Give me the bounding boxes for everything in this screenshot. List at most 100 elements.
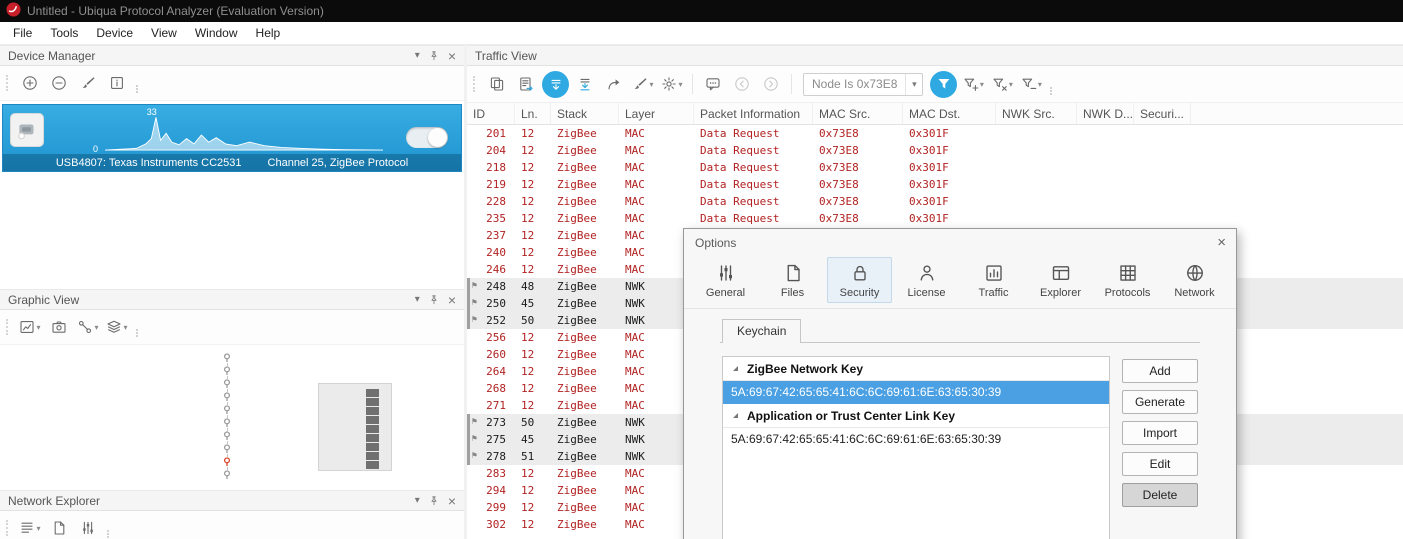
chevron-down-icon[interactable]: ▾: [415, 294, 420, 305]
packet-id: 250: [486, 297, 506, 310]
filter-add-button[interactable]: ▾: [960, 71, 986, 97]
device-card[interactable]: 33 0 USB4807: Texas Instruments CC2531 C…: [2, 104, 462, 172]
forward-packet-button[interactable]: [601, 71, 627, 97]
column-header-mac-src[interactable]: MAC Src.: [813, 103, 903, 124]
menu-item-device[interactable]: Device: [87, 23, 142, 43]
generate-key-button[interactable]: Generate: [1122, 390, 1198, 414]
clean-device-button[interactable]: [75, 70, 101, 96]
column-header-stack[interactable]: Stack: [551, 103, 619, 124]
network-node-icon[interactable]: [222, 353, 232, 363]
tab-keychain[interactable]: Keychain: [722, 319, 802, 343]
network-node-icon[interactable]: [222, 444, 232, 454]
close-icon[interactable]: ×: [448, 494, 456, 508]
column-header-id[interactable]: ID: [467, 103, 515, 124]
column-header-securi[interactable]: Securi...: [1134, 103, 1191, 124]
column-header-nwk-src[interactable]: NWK Src.: [996, 103, 1077, 124]
device-label: USB4807: Texas Instruments CC2531 Channe…: [3, 154, 461, 171]
chevron-down-icon[interactable]: ▾: [415, 495, 420, 506]
menu-item-help[interactable]: Help: [247, 23, 290, 43]
packet-id: 204: [486, 144, 506, 157]
filter-enabled-button[interactable]: [930, 70, 958, 98]
traffic-settings-button[interactable]: ▾: [659, 71, 685, 97]
pin-icon[interactable]: [428, 294, 440, 306]
copy-packets-button[interactable]: [484, 71, 510, 97]
close-icon[interactable]: ×: [1217, 235, 1226, 250]
device-enable-toggle[interactable]: [406, 127, 448, 148]
add-key-button[interactable]: Add: [1122, 359, 1198, 383]
key-list[interactable]: ZigBee Network Key 5A:69:67:42:65:65:41:6…: [722, 356, 1110, 539]
chevron-down-icon[interactable]: ▾: [905, 73, 922, 95]
filter-remove-button[interactable]: ▾: [1018, 71, 1044, 97]
packet-id: 278: [486, 450, 506, 463]
dialog-titlebar[interactable]: Options ×: [684, 229, 1236, 256]
options-tab-license[interactable]: License: [894, 257, 959, 303]
clear-traffic-button[interactable]: ▾: [630, 71, 656, 97]
packet-row-204[interactable]: 204 12 ZigBee MAC Data Request 0x73E8 0x301F: [467, 142, 1403, 159]
options-tab-files[interactable]: Files: [760, 257, 825, 303]
snapshot-button[interactable]: [46, 314, 72, 340]
remove-device-button[interactable]: [46, 70, 72, 96]
edit-key-button[interactable]: Edit: [1122, 452, 1198, 476]
close-icon[interactable]: ×: [448, 49, 456, 63]
packet-row-218[interactable]: 218 12 ZigBee MAC Data Request 0x73E8 0x301F: [467, 159, 1403, 176]
prev-comment-button[interactable]: [729, 71, 755, 97]
topology-button[interactable]: ▾: [75, 314, 101, 340]
packet-row-219[interactable]: 219 12 ZigBee MAC Data Request 0x73E8 0x301F: [467, 176, 1403, 193]
report-button[interactable]: ▾: [17, 515, 43, 539]
key-value-row[interactable]: 5A:69:67:42:65:65:41:6C:6C:69:61:6E:63:6…: [723, 381, 1109, 404]
network-node-icon[interactable]: [222, 431, 232, 441]
column-header-layer[interactable]: Layer: [619, 103, 694, 124]
key-group-header-zigbee-network-key[interactable]: ZigBee Network Key: [723, 357, 1109, 381]
toggle-knob: [428, 128, 447, 147]
options-tab-security[interactable]: Security: [827, 257, 892, 303]
graphic-view-canvas[interactable]: [0, 345, 464, 490]
column-header-nwk-d[interactable]: NWK D...: [1077, 103, 1134, 124]
network-node-icon[interactable]: [222, 470, 232, 480]
menu-item-view[interactable]: View: [142, 23, 186, 43]
network-globe-icon: [1185, 263, 1205, 283]
add-device-button[interactable]: [17, 70, 43, 96]
next-comment-button[interactable]: [758, 71, 784, 97]
options-tab-traffic[interactable]: Traffic: [961, 257, 1026, 303]
diagram-button[interactable]: ▾: [17, 314, 43, 340]
options-tab-explorer[interactable]: Explorer: [1028, 257, 1093, 303]
export-packets-button[interactable]: [513, 71, 539, 97]
column-header-ln[interactable]: Ln.: [515, 103, 551, 124]
menu-item-tools[interactable]: Tools: [41, 23, 87, 43]
network-node-icon[interactable]: [222, 418, 232, 428]
layers-button[interactable]: ▾: [104, 314, 130, 340]
menu-item-file[interactable]: File: [4, 23, 41, 43]
filter-clear-button[interactable]: ▾: [989, 71, 1015, 97]
autoscroll-button[interactable]: [542, 70, 569, 98]
column-header-packet-information[interactable]: Packet Information: [694, 103, 813, 124]
add-comment-button[interactable]: [700, 71, 726, 97]
network-node-icon[interactable]: [222, 366, 232, 376]
packet-row-201[interactable]: 201 12 ZigBee MAC Data Request 0x73E8 0x301F: [467, 125, 1403, 142]
highlighted-network-node-icon[interactable]: [222, 457, 232, 467]
filter-settings-button[interactable]: [75, 515, 101, 539]
delete-key-button[interactable]: Delete: [1122, 483, 1198, 507]
copy-page-button[interactable]: [46, 515, 72, 539]
close-icon[interactable]: ×: [448, 293, 456, 307]
column-header-mac-dst[interactable]: MAC Dst.: [903, 103, 996, 124]
goto-last-button[interactable]: [572, 71, 598, 97]
device-info-button[interactable]: [104, 70, 130, 96]
network-node-icon[interactable]: [222, 379, 232, 389]
pin-icon[interactable]: [428, 50, 440, 62]
key-group-header-application-or-trust-center-link-key[interactable]: Application or Trust Center Link Key: [723, 404, 1109, 428]
options-tab-network[interactable]: Network: [1162, 257, 1227, 303]
network-node-icon[interactable]: [222, 392, 232, 402]
chevron-down-icon[interactable]: ▾: [415, 50, 420, 61]
key-value-row[interactable]: 5A:69:67:42:65:65:41:6C:6C:69:61:6E:63:6…: [723, 428, 1109, 451]
packet-filter-combo[interactable]: Node Is 0x73E8 ▾: [803, 72, 924, 96]
packet-row-235[interactable]: 235 12 ZigBee MAC Data Request 0x73E8 0x301F: [467, 210, 1403, 227]
options-tab-protocols[interactable]: Protocols: [1095, 257, 1160, 303]
packet-row-228[interactable]: 228 12 ZigBee MAC Data Request 0x73E8 0x301F: [467, 193, 1403, 210]
pin-icon[interactable]: [428, 495, 440, 507]
options-tab-general[interactable]: General: [693, 257, 758, 303]
network-node-icon[interactable]: [222, 405, 232, 415]
import-key-button[interactable]: Import: [1122, 421, 1198, 445]
packet-id: 273: [486, 416, 506, 429]
keychain-page: ZigBee Network Key 5A:69:67:42:65:65:41:6…: [720, 342, 1200, 539]
menu-item-window[interactable]: Window: [186, 23, 247, 43]
